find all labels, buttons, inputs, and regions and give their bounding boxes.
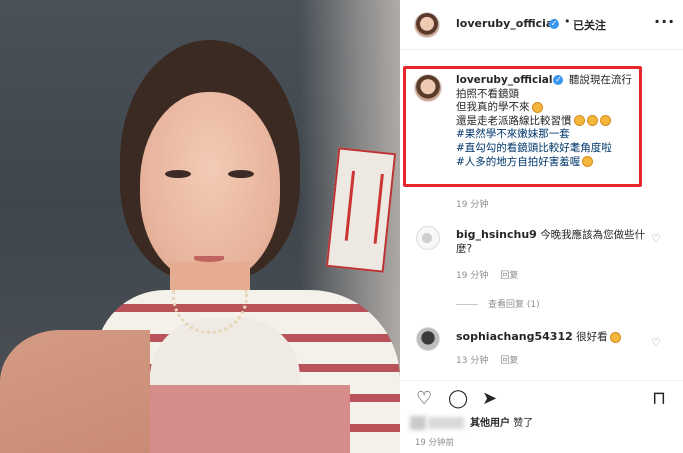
post-photo[interactable] <box>0 0 400 453</box>
caption-author-avatar[interactable] <box>414 74 442 102</box>
likes-summary: 其他用户 赞了 <box>410 414 533 430</box>
comment-timestamp: 19 分钟 <box>456 271 489 281</box>
blurred-liker-avatar <box>410 416 426 430</box>
verified-icon: ✓ <box>549 19 559 29</box>
author-username[interactable]: loveruby_official <box>456 17 557 30</box>
post-action-bar: ♡ ◯ ➤ ⊓ <box>400 380 683 416</box>
comment-reply-button[interactable]: 回复 <box>500 271 518 281</box>
comment-username[interactable]: big_hsinchu9 <box>456 228 537 241</box>
comment: sophiachang54312 很好看 <box>456 330 646 344</box>
caption-verified-icon: ✓ <box>553 75 564 85</box>
photo-shirt-pink <box>130 385 350 453</box>
comment-reply-button[interactable]: 回复 <box>500 356 518 366</box>
save-bookmark-icon[interactable]: ⊓ <box>652 388 666 409</box>
replies-divider <box>456 304 478 305</box>
comment-like-heart-icon[interactable]: ♡ <box>651 336 661 349</box>
other-users-link[interactable]: 其他用户 <box>470 418 510 429</box>
view-replies-button[interactable]: 查看回复 (1) <box>456 297 540 310</box>
hashtag-link[interactable]: #人多的地方自拍好害羞喔 <box>456 156 580 168</box>
more-options-icon[interactable]: ··· <box>654 12 675 31</box>
comment-text: 很好看 <box>576 331 608 343</box>
caption-text: loveruby_official ✓ 聽說現在流行拍照不看鏡頭 但我真的學不來 … <box>456 74 636 169</box>
photo-arm <box>0 330 150 453</box>
comment-bubble-icon[interactable]: ◯ <box>448 388 468 409</box>
grinning-emoji-icon <box>599 115 611 127</box>
comment-timestamp: 13 分钟 <box>456 356 489 366</box>
comment-meta: 13 分钟 回复 <box>456 353 518 366</box>
photo-face <box>140 92 280 282</box>
hashtag-link[interactable]: #直勾勾的看鏡頭比較好耄角度啦 <box>456 142 636 156</box>
hashtag-link[interactable]: #果然學不來嫩妹那一套 <box>456 128 636 142</box>
blurred-liker-name <box>428 417 464 429</box>
caption-line-2: 但我真的學不來 <box>456 101 530 114</box>
author-avatar[interactable] <box>414 12 440 38</box>
liked-label: 赞了 <box>513 418 534 429</box>
shy-emoji-icon <box>582 156 594 168</box>
grinning-emoji-icon <box>573 115 585 127</box>
thumbs-up-emoji-icon <box>609 331 621 343</box>
post-side-panel: loveruby_official ✓ • 已关注 ··· loveruby_o… <box>400 0 683 453</box>
post-timestamp: 19 分钟前 <box>415 438 455 448</box>
caption-line-3: 還是走老派路線比較習慣 <box>456 114 572 127</box>
comment-like-heart-icon[interactable]: ♡ <box>651 232 661 245</box>
comment-meta: 19 分钟 回复 <box>456 268 518 281</box>
like-heart-icon[interactable]: ♡ <box>416 388 432 409</box>
caption-timestamp: 19 分钟 <box>456 200 489 210</box>
photo-left-eye <box>165 170 191 178</box>
comment-avatar[interactable] <box>416 327 440 351</box>
laughing-emoji-icon <box>531 101 543 113</box>
view-replies-label: 查看回复 (1) <box>488 300 540 310</box>
header-separator: • <box>564 15 571 28</box>
follow-status-button[interactable]: 已关注 <box>573 17 606 33</box>
share-icon[interactable]: ➤ <box>482 388 497 409</box>
post-header: loveruby_official ✓ • 已关注 ··· <box>400 0 683 50</box>
comment: big_hsinchu9 今晚我應該為您做些什麼? <box>456 228 646 256</box>
comment-username[interactable]: sophiachang54312 <box>456 330 573 343</box>
grinning-emoji-icon <box>586 115 598 127</box>
photo-right-eye <box>228 170 254 178</box>
caption-username[interactable]: loveruby_official <box>456 74 552 86</box>
comment-avatar[interactable] <box>416 226 440 250</box>
